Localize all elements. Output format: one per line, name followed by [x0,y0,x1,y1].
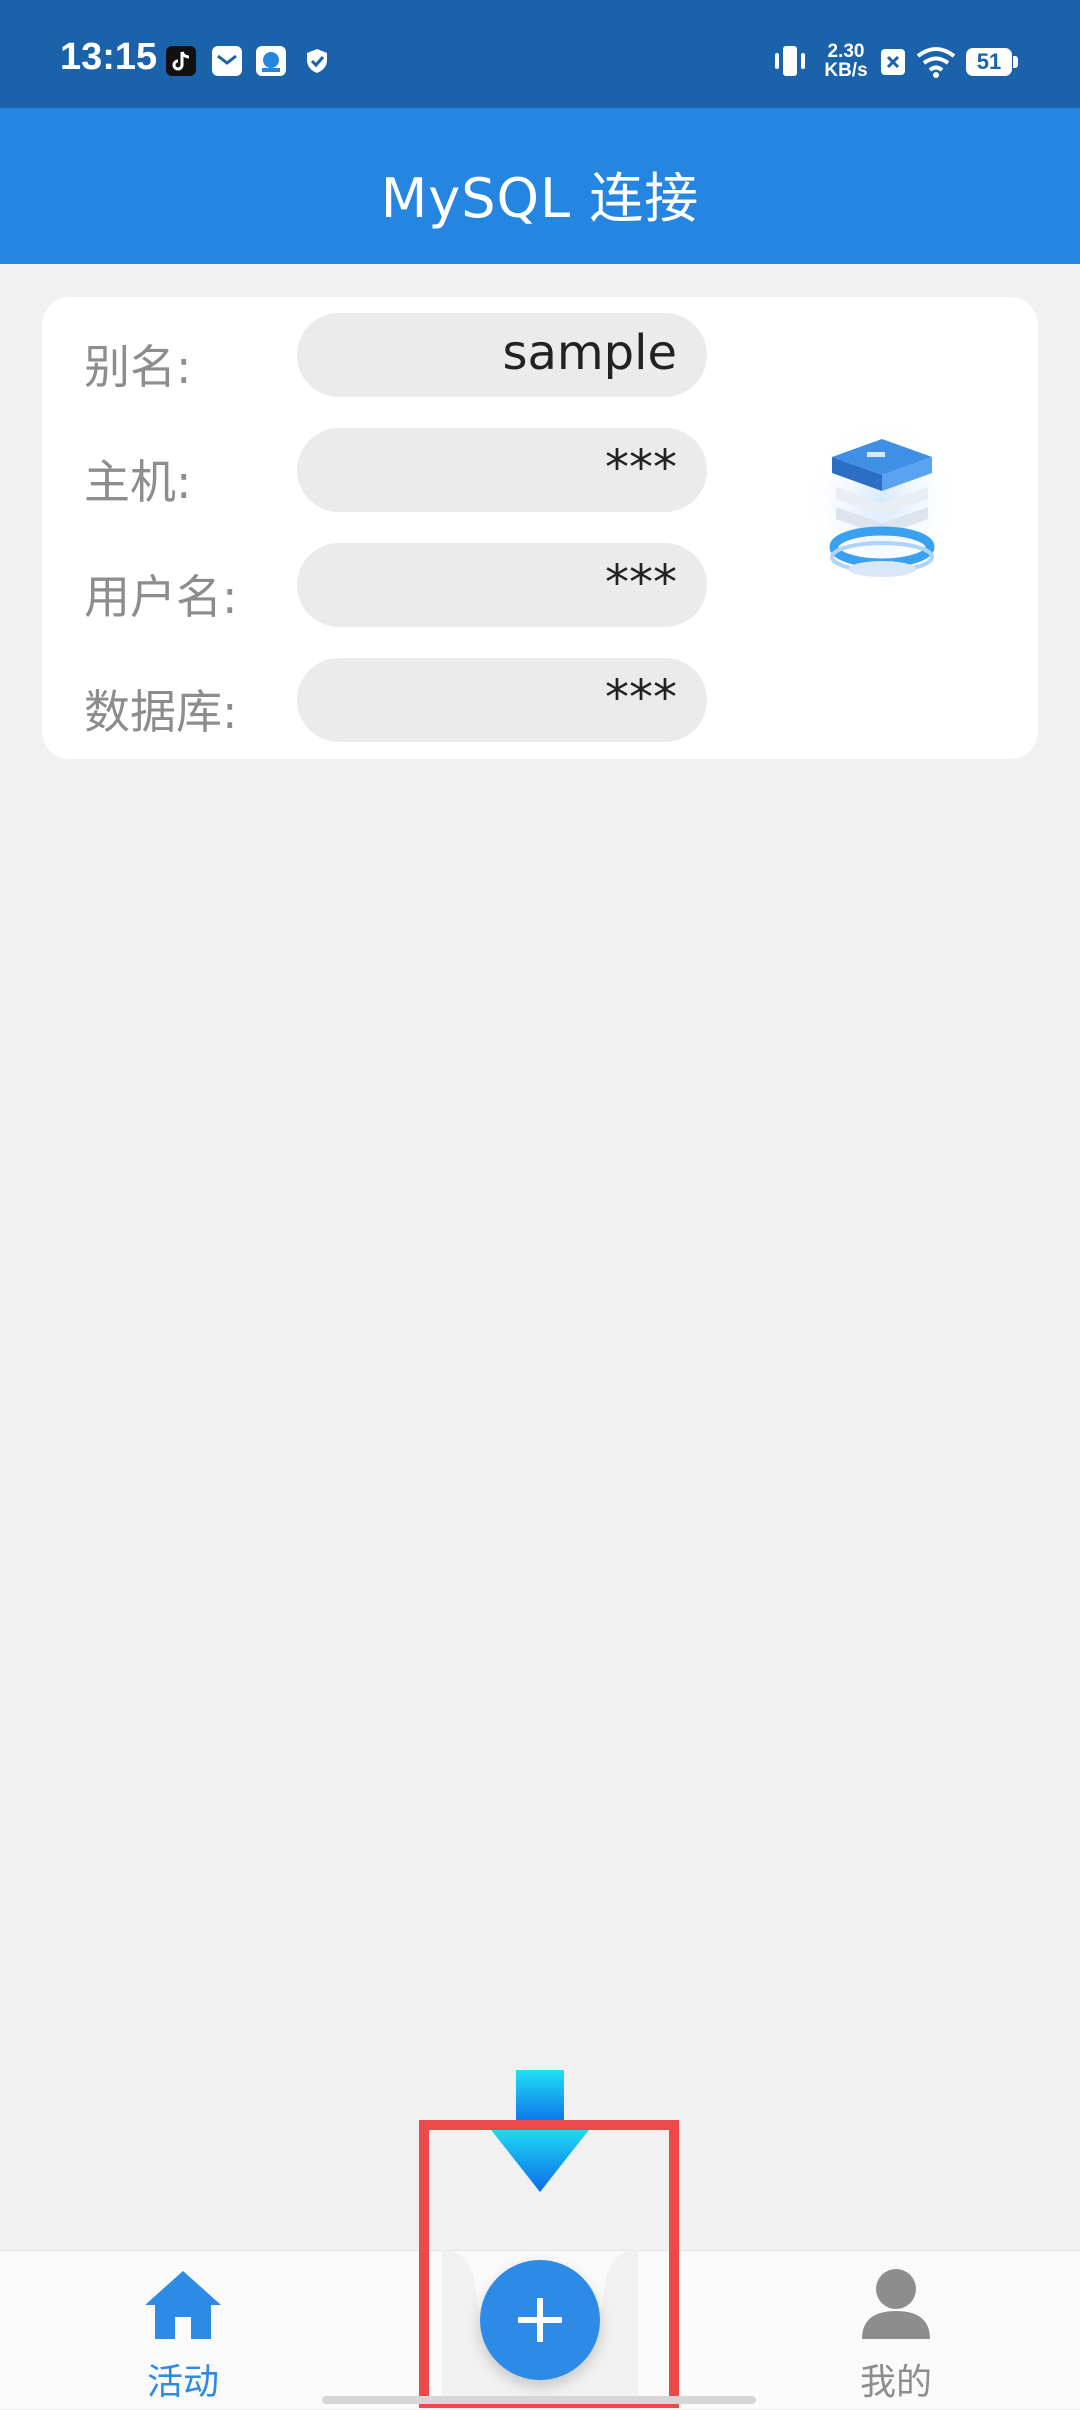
nav-label-activity: 活动 [146,2362,219,2403]
alias-value: sample [502,325,677,381]
tiktok-icon [166,46,196,76]
username-label: 用户名: [84,570,238,624]
nav-item-activity[interactable]: 活动 [83,2267,283,2403]
alias-label: 别名: [84,340,192,394]
nav-item-mine[interactable]: 我的 [796,2267,996,2403]
database-field: *** [297,658,707,742]
database-row: 数据库: *** [42,658,782,742]
database-label: 数据库: [84,685,238,739]
status-bar: 13:15 2.30 KB/s 51 [0,0,1080,108]
battery-level: 51 [976,49,1002,74]
network-speed-unit: KB/s [824,60,868,81]
alias-row: 别名: sample [42,313,782,397]
database-value: *** [605,670,677,726]
wifi-icon [916,46,956,82]
home-indicator [322,2396,756,2404]
database-icon [802,407,962,597]
home-icon [141,2269,225,2345]
network-speed: 2.30 KB/s [822,42,870,80]
username-row: 用户名: *** [42,543,782,627]
host-field: *** [297,428,707,512]
alias-field: sample [297,313,707,397]
sim-x-icon [880,48,906,80]
person-icon [856,2267,936,2345]
host-value: *** [605,440,677,496]
network-speed-value: 2.30 [827,41,865,62]
connection-card[interactable]: 别名: sample 主机: *** 用户名: *** 数据库: *** [42,297,1038,759]
username-value: *** [605,555,677,611]
battery-icon: 51 [966,48,1012,76]
username-field: *** [297,543,707,627]
nav-label-mine: 我的 [859,2362,932,2403]
shield-icon [302,46,332,76]
cloud-app-icon [256,46,286,76]
highlight-box [419,2120,679,2408]
app-bar: MySQL 连接 [0,108,1080,264]
status-time: 13:15 [60,36,158,78]
mail-icon [212,46,242,76]
battery-cap [1013,56,1018,68]
host-row: 主机: *** [42,428,782,512]
vibrate-icon [772,44,808,82]
host-label: 主机: [84,455,192,509]
page-title: MySQL 连接 [380,167,700,230]
